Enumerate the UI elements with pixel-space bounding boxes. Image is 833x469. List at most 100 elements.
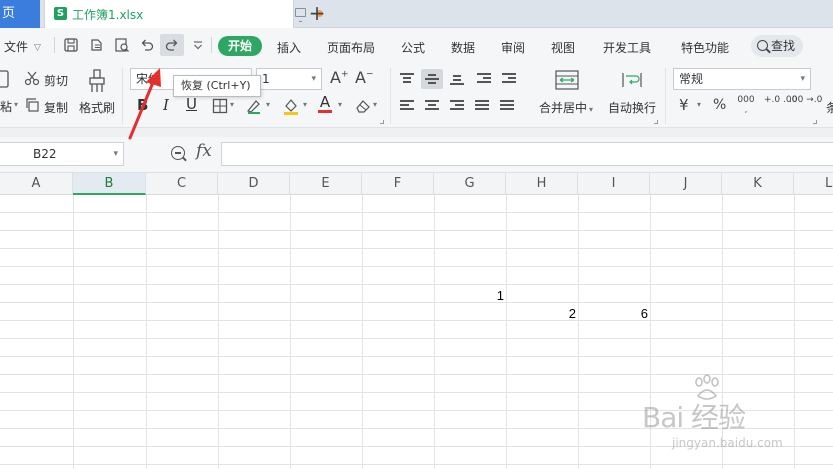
undo-icon[interactable]: [139, 37, 155, 53]
align-right-icon[interactable]: [450, 100, 464, 112]
tab-developer[interactable]: 开发工具: [603, 39, 651, 56]
chevron-down-icon[interactable]: ▾: [697, 100, 701, 109]
tab-review[interactable]: 审阅: [501, 39, 525, 56]
increase-decimal-icon[interactable]: +.0 .00: [764, 95, 797, 105]
tab-data[interactable]: 数据: [451, 39, 475, 56]
copy-button[interactable]: 复制: [44, 99, 68, 116]
cell-style-icon[interactable]: [246, 98, 262, 114]
chevron-down-icon: ▾: [311, 74, 316, 84]
borders-icon[interactable]: [212, 98, 228, 114]
column-header-b[interactable]: B: [73, 173, 146, 195]
merge-center-button[interactable]: 合并居中 ▾: [539, 99, 593, 116]
paste-icon[interactable]: [0, 68, 12, 88]
grid-line: [0, 212, 833, 213]
column-header-f[interactable]: F: [362, 173, 434, 195]
grid-line: [0, 266, 833, 267]
chevron-down-icon: ▾: [113, 149, 118, 159]
column-header-c[interactable]: C: [146, 173, 218, 195]
print-preview-icon[interactable]: [114, 37, 130, 53]
baidu-jingyan-watermark: Bai 经验 jingyan.baidu.com: [640, 374, 830, 466]
thousands-separator-icon[interactable]: 000,: [737, 95, 755, 115]
column-header-i[interactable]: I: [578, 173, 650, 195]
redo-button[interactable]: [160, 34, 184, 56]
number-dialog-launcher[interactable]: [813, 120, 817, 124]
number-format-select[interactable]: 常规 ▾: [673, 68, 811, 90]
column-header-g[interactable]: G: [434, 173, 506, 195]
cell-h[interactable]: 2: [506, 306, 576, 321]
tab-formulas[interactable]: 公式: [401, 39, 425, 56]
font-dialog-launcher[interactable]: [380, 120, 384, 124]
wrap-text-button[interactable]: 自动换行: [608, 99, 656, 116]
align-bottom-icon[interactable]: [450, 73, 464, 85]
chevron-down-icon[interactable]: ▾: [266, 100, 270, 109]
cell-i[interactable]: 6: [578, 306, 648, 321]
justify-icon[interactable]: [475, 100, 489, 112]
alignment-dialog-launcher[interactable]: [654, 120, 658, 124]
decrease-font-size-icon[interactable]: A−: [355, 68, 374, 87]
name-box[interactable]: B22 ▾: [0, 142, 124, 166]
new-tab-button[interactable]: +: [305, 1, 329, 25]
chevron-down-icon[interactable]: ▾: [14, 100, 18, 109]
column-header-a[interactable]: A: [0, 173, 73, 195]
cell-g[interactable]: 1: [434, 288, 504, 303]
grid-line: [0, 356, 833, 357]
save-icon[interactable]: [63, 37, 79, 53]
grid-line: [0, 230, 833, 231]
format-painter-icon[interactable]: [86, 68, 108, 94]
format-painter-button[interactable]: 格式刷: [79, 99, 115, 116]
tab-insert[interactable]: 插入: [277, 39, 301, 56]
increase-indent-icon[interactable]: [502, 73, 516, 85]
currency-icon[interactable]: ¥: [679, 96, 689, 114]
font-color-icon[interactable]: A: [318, 94, 332, 113]
column-header-l-label: L: [825, 176, 833, 191]
align-left-icon[interactable]: [400, 100, 414, 112]
chevron-down-icon: ▾: [589, 105, 594, 114]
watermark-logo: Bai 经验: [642, 401, 746, 434]
chevron-down-icon[interactable]: ▾: [373, 100, 377, 109]
align-top-icon[interactable]: [400, 73, 414, 85]
cut-button[interactable]: 剪切: [44, 72, 68, 89]
align-middle-icon[interactable]: [425, 73, 439, 85]
tab-home[interactable]: 页: [0, 0, 40, 28]
tab-special-features[interactable]: 特色功能: [681, 39, 729, 56]
underline-icon[interactable]: U: [186, 95, 197, 113]
chevron-down-icon[interactable]: ▾: [230, 100, 234, 109]
copy-icon[interactable]: [24, 97, 40, 113]
column-header-l[interactable]: L: [794, 173, 833, 195]
percent-icon[interactable]: %: [713, 97, 726, 113]
chevron-down-icon[interactable]: ▾: [303, 100, 307, 109]
tab-bar: 页 S 工作簿1.xlsx +: [0, 0, 833, 28]
column-header-d[interactable]: D: [218, 173, 290, 195]
customize-toolbar-icon[interactable]: [190, 37, 206, 53]
distributed-align-icon[interactable]: [500, 100, 514, 112]
chevron-down-icon[interactable]: ▾: [338, 100, 342, 109]
ribbon-overflow-label[interactable]: 条: [826, 99, 833, 116]
decrease-indent-icon[interactable]: [477, 73, 491, 85]
merge-center-label: 合并居中: [539, 101, 588, 115]
column-header-j[interactable]: J: [650, 173, 722, 195]
column-header-e[interactable]: E: [290, 173, 362, 195]
tab-start[interactable]: 开始: [218, 36, 262, 56]
file-menu[interactable]: 文件 ▽: [4, 38, 41, 55]
column-header-k[interactable]: K: [722, 173, 794, 195]
fill-color-icon[interactable]: [282, 96, 300, 116]
align-center-icon[interactable]: [425, 100, 439, 112]
eraser-icon[interactable]: [354, 97, 372, 115]
formula-input[interactable]: [221, 142, 833, 166]
merge-center-icon[interactable]: [555, 70, 579, 90]
wrap-text-icon[interactable]: [621, 70, 643, 90]
tab-workbook[interactable]: S 工作簿1.xlsx: [44, 0, 323, 28]
zoom-formula-icon[interactable]: [171, 146, 185, 160]
decrease-decimal-icon[interactable]: .00 →.0: [789, 95, 822, 105]
font-size-select[interactable]: 1 ▾: [256, 68, 322, 90]
column-header-h[interactable]: H: [506, 173, 578, 195]
tab-page-layout[interactable]: 页面布局: [327, 39, 375, 56]
paste-label[interactable]: 粘: [0, 98, 12, 115]
tab-view[interactable]: 视图: [551, 39, 575, 56]
export-icon[interactable]: [89, 37, 105, 53]
fx-icon[interactable]: fx: [196, 141, 212, 161]
scissors-icon[interactable]: [24, 70, 40, 86]
search-button[interactable]: 查找: [751, 35, 803, 57]
increase-font-size-icon[interactable]: A+: [330, 68, 349, 87]
name-box-value: B22: [33, 147, 57, 161]
